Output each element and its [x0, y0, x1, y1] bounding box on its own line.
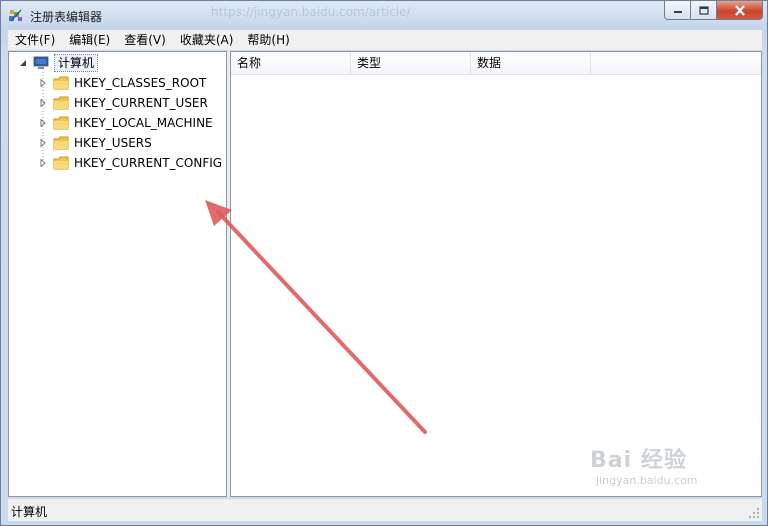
baidu-logo: Bai 经验: [590, 448, 687, 473]
baidu-url: jingyan.baidu.com: [596, 474, 698, 487]
baidu-watermark: Bai 经验 jingyan.baidu.com: [590, 442, 698, 487]
